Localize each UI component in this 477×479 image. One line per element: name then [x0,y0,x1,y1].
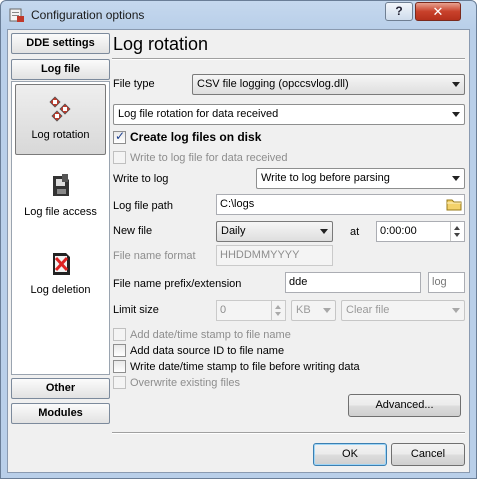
create-log-files-label: Create log files on disk [130,130,262,144]
extension-value: log [432,276,447,288]
write-to-log-select[interactable]: Write to log before parsing [256,168,465,189]
limit-action-select[interactable]: Clear file [341,300,465,321]
create-log-files-checkbox[interactable]: ✓ Create log files on disk [113,129,262,144]
configuration-window: Configuration options ? ✕ DDE settings L… [0,0,477,479]
new-file-select[interactable]: Daily [216,221,333,242]
spin-up-icon [275,305,281,309]
nav-panel: Log rotation Log file access Log deletio… [11,81,110,375]
cancel-button[interactable]: Cancel [391,443,465,466]
footer-divider [112,432,465,434]
overwrite-label: Overwrite existing files [130,377,241,389]
log-deletion-icon [52,253,70,275]
file-type-label: File type [113,78,155,90]
spin-up-icon [454,226,460,230]
dialog-client: DDE settings Log file Log rotation Log f… [7,29,470,473]
write-received-checkbox[interactable]: Write to log file for data received [113,151,288,164]
at-time-input[interactable]: 0:00:00 [376,221,465,242]
nav-dde-settings-button[interactable]: DDE settings [11,33,110,54]
help-button[interactable]: ? [385,2,413,21]
prefix-input[interactable]: dde [285,272,421,293]
write-stamp-checkbox[interactable]: Write date/time stamp to file before wri… [113,360,360,373]
checkbox-box [113,360,126,373]
prefix-value: dde [289,276,308,288]
checkbox-box [113,328,126,341]
nav-item-label: Log rotation [31,129,90,141]
nav-item-log-deletion[interactable]: Log deletion [15,250,106,310]
limit-action-value: Clear file [346,304,390,316]
checkbox-box [113,376,126,389]
write-stamp-label: Write date/time stamp to file before wri… [130,361,360,373]
limit-size-label: Limit size [113,304,159,316]
browse-folder-icon[interactable] [446,196,463,213]
name-format-label: File name format [113,250,196,262]
chevron-down-icon [452,112,460,117]
rotation-mode-value: Log file rotation for data received [118,108,279,120]
nav-item-log-file-access[interactable]: Log file access [15,172,106,232]
log-path-value: C:\logs [220,198,255,210]
add-source-id-checkbox[interactable]: Add data source ID to file name [113,344,284,357]
limit-spinner[interactable] [271,301,284,320]
time-spinner[interactable] [450,222,463,241]
checkbox-box: ✓ [113,129,126,144]
spin-down-icon [275,312,281,316]
chevron-down-icon [452,176,460,181]
prefix-ext-label: File name prefix/extension [113,278,242,290]
write-received-label: Write to log file for data received [130,152,288,164]
nav-item-label: Log file access [24,206,97,218]
limit-unit-select[interactable]: KB [291,300,336,321]
overwrite-checkbox[interactable]: Overwrite existing files [113,376,240,389]
log-rotation-icon [48,96,71,122]
extension-input[interactable]: log [428,272,465,293]
chevron-down-icon [323,308,331,313]
add-source-id-label: Add data source ID to file name [130,345,285,357]
nav-item-label: Log deletion [30,284,91,296]
limit-size-value: 0 [220,304,227,316]
spin-down-icon [454,233,460,237]
log-file-access-icon [52,174,69,196]
add-datetime-checkbox[interactable]: Add date/time stamp to file name [113,328,291,341]
checkbox-box [113,151,126,164]
new-file-label: New file [113,225,153,237]
nav-item-log-rotation[interactable]: Log rotation [15,84,106,155]
log-path-label: Log file path [113,200,173,212]
limit-size-input[interactable]: 0 [216,300,286,321]
write-to-log-value: Write to log before parsing [261,172,390,184]
ok-button[interactable]: OK [313,443,387,466]
write-to-log-label: Write to log [113,173,169,185]
limit-unit-value: KB [296,304,311,316]
at-time-value: 0:00:00 [380,225,417,237]
app-icon [9,8,24,22]
add-datetime-label: Add date/time stamp to file name [130,329,291,341]
advanced-button[interactable]: Advanced... [348,394,461,417]
page-title: Log rotation [113,34,209,54]
close-button[interactable]: ✕ [415,2,461,21]
new-file-value: Daily [221,225,246,237]
header-divider [112,58,465,60]
window-title: Configuration options [31,8,145,22]
chevron-down-icon [320,229,328,234]
nav-log-file-button[interactable]: Log file [11,59,110,80]
name-format-input[interactable]: HHDDMMYYYY [216,245,333,266]
nav-other-button[interactable]: Other [11,378,110,399]
at-label: at [350,226,360,238]
nav-modules-button[interactable]: Modules [11,403,110,424]
chevron-down-icon [452,308,460,313]
check-icon: ✓ [115,129,126,143]
chevron-down-icon [452,82,460,87]
log-path-input[interactable]: C:\logs [216,194,465,215]
title-bar[interactable]: Configuration options ? ✕ [1,1,476,29]
checkbox-box [113,344,126,357]
name-format-value: HHDDMMYYYY [220,249,300,261]
file-type-value: CSV file logging (opccsvlog.dll) [197,78,349,90]
rotation-mode-select[interactable]: Log file rotation for data received [113,104,465,125]
file-type-select[interactable]: CSV file logging (opccsvlog.dll) [192,74,465,95]
